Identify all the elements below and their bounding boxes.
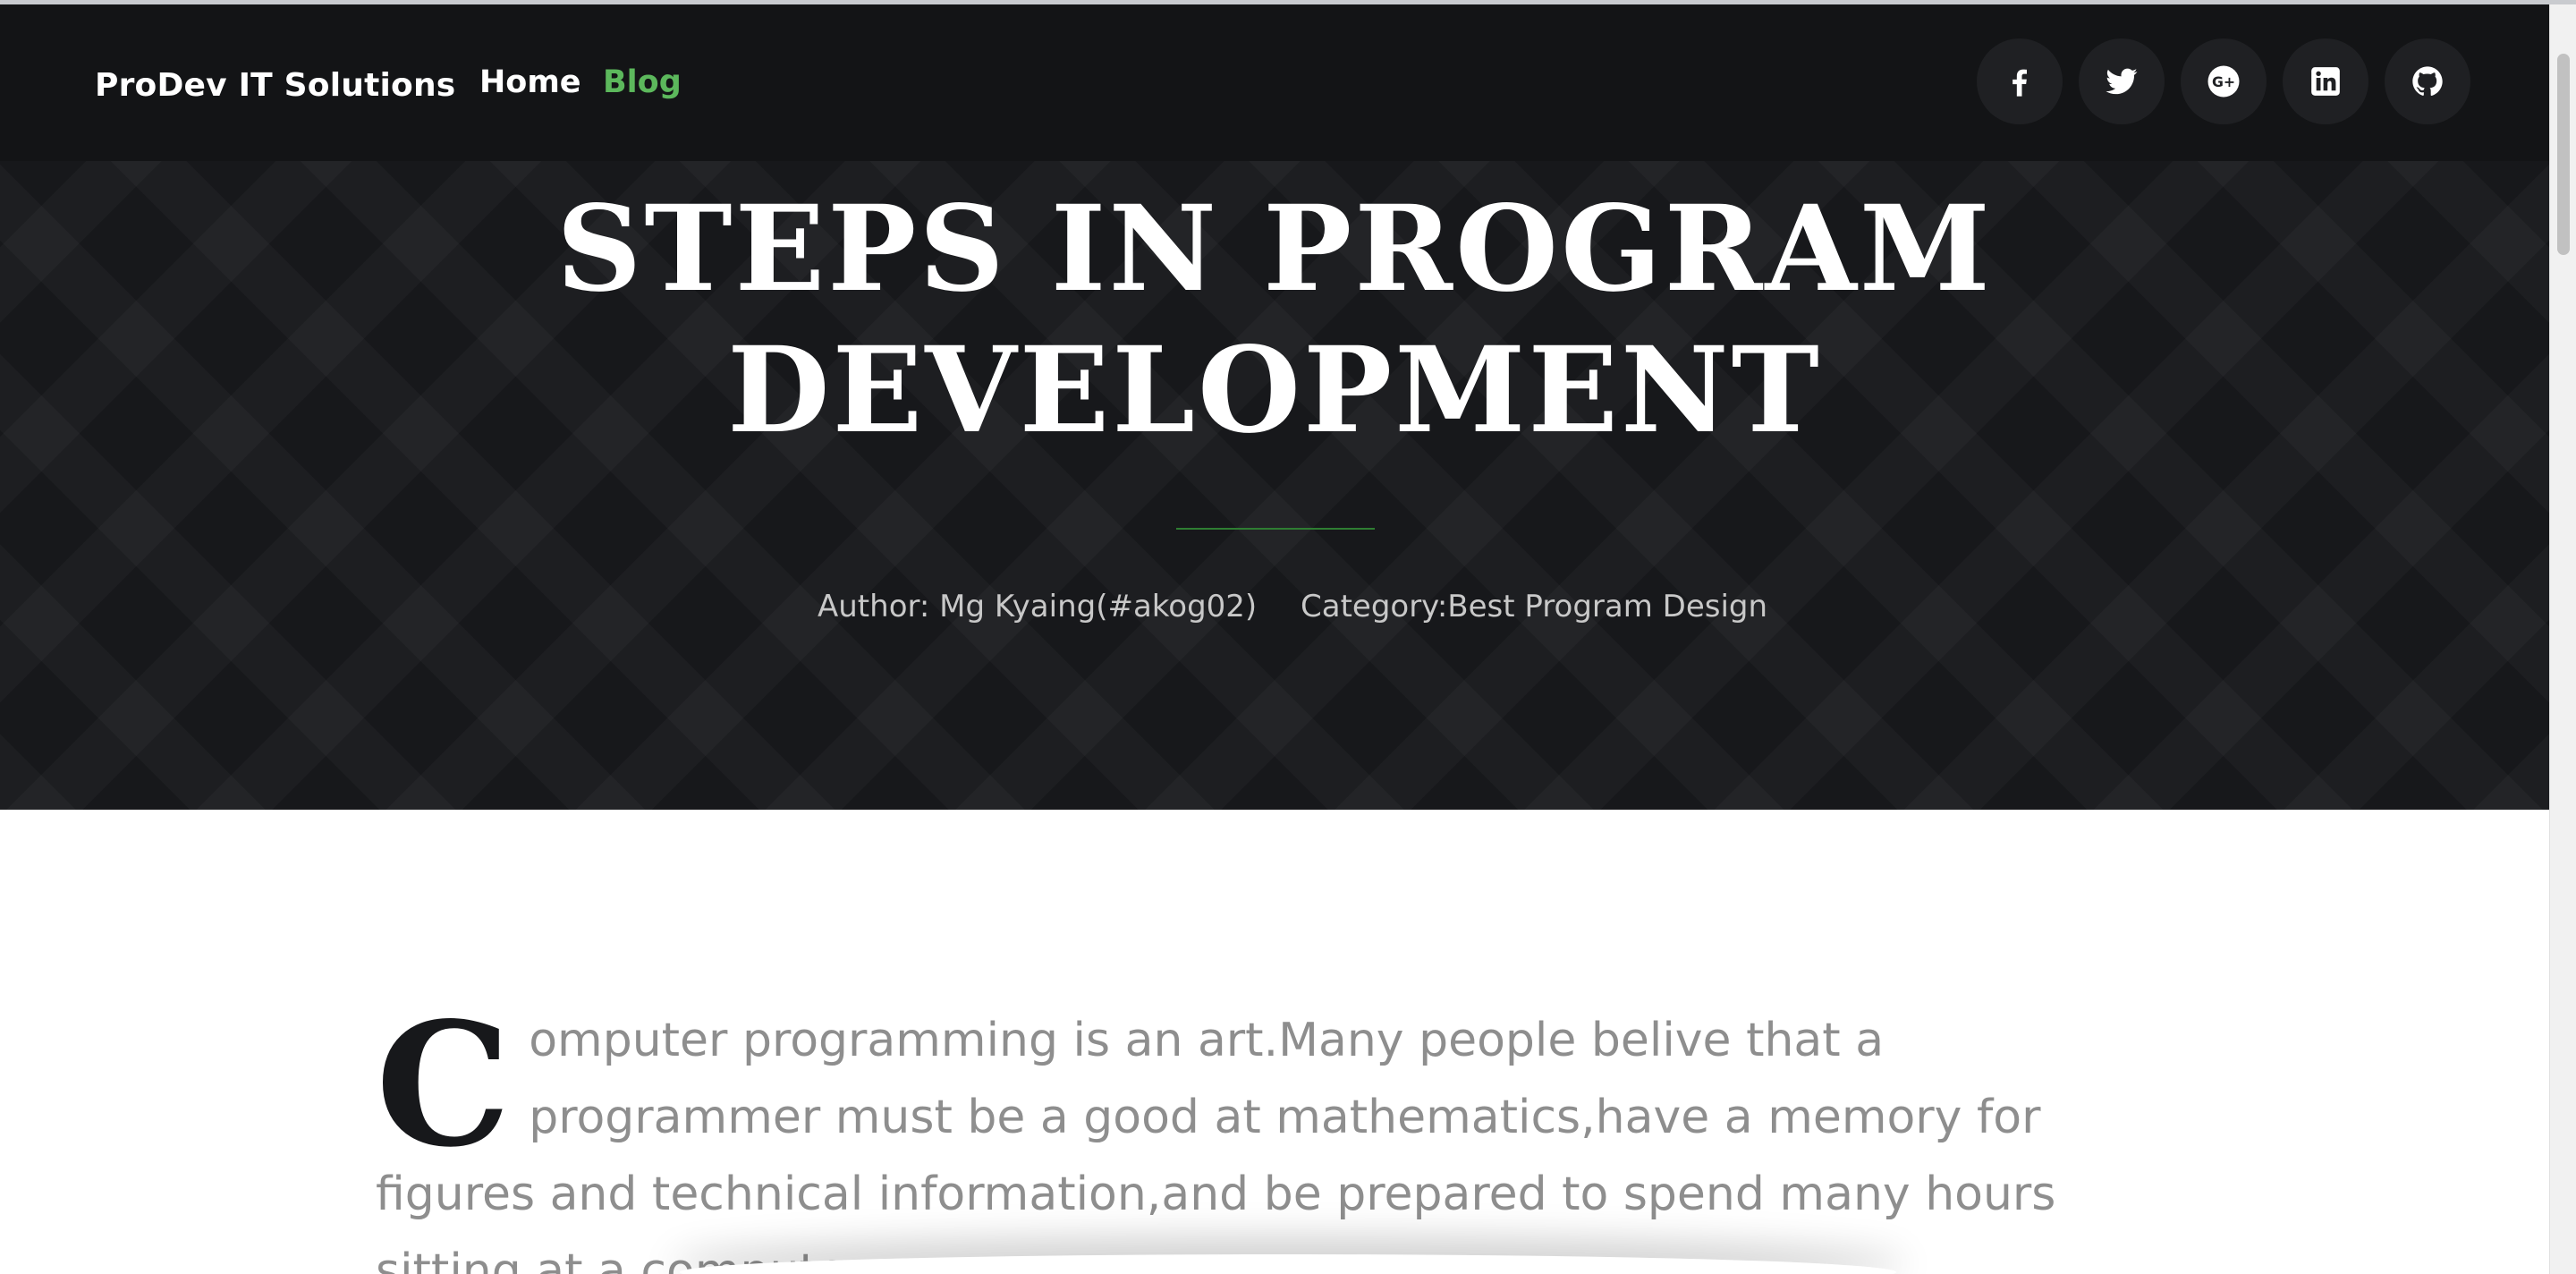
post-author: Author: Mg Kyaing(#akog02) [818, 589, 1258, 624]
svg-text:G+: G+ [2212, 73, 2235, 90]
page-title: STEPS IN PROGRAM DEVELOPMENT [0, 179, 2549, 462]
navbar: ProDev IT Solutions Home Blog G+ [0, 4, 2549, 161]
title-divider [1176, 528, 1375, 530]
linkedin-button[interactable] [2283, 38, 2368, 124]
article-content: Computer programming is an art.Many peop… [0, 810, 2549, 1274]
google-plus-icon: G+ [2205, 63, 2242, 100]
nav-link-blog[interactable]: Blog [603, 64, 682, 100]
drop-cap: C [376, 985, 512, 1185]
twitter-button[interactable] [2079, 38, 2165, 124]
nav-link-home[interactable]: Home [479, 64, 581, 100]
hero-section: ProDev IT Solutions Home Blog G+ STEPS I… [0, 4, 2549, 810]
brand-logo-link[interactable]: ProDev IT Solutions [95, 67, 455, 104]
github-icon [2410, 64, 2445, 99]
window-top-border [0, 0, 2576, 4]
twitter-icon [2103, 63, 2140, 100]
page: ProDev IT Solutions Home Blog G+ STEPS I… [0, 0, 2576, 1274]
article-paragraph: Computer programming is an art.Many peop… [376, 985, 2165, 1274]
google-plus-button[interactable]: G+ [2181, 38, 2267, 124]
scrollbar-thumb[interactable] [2557, 54, 2570, 255]
article-body-text: omputer programming is an art.Many peopl… [376, 1014, 2056, 1274]
post-category: Category:Best Program Design [1301, 589, 1768, 624]
linkedin-icon [2309, 64, 2343, 98]
facebook-button[interactable] [1977, 38, 2063, 124]
github-button[interactable] [2385, 38, 2470, 124]
page-title-line1: STEPS IN PROGRAM [556, 180, 1993, 318]
page-title-line2: DEVELOPMENT [727, 321, 1822, 460]
scrollbar[interactable] [2549, 4, 2576, 1274]
facebook-icon [2002, 64, 2038, 99]
